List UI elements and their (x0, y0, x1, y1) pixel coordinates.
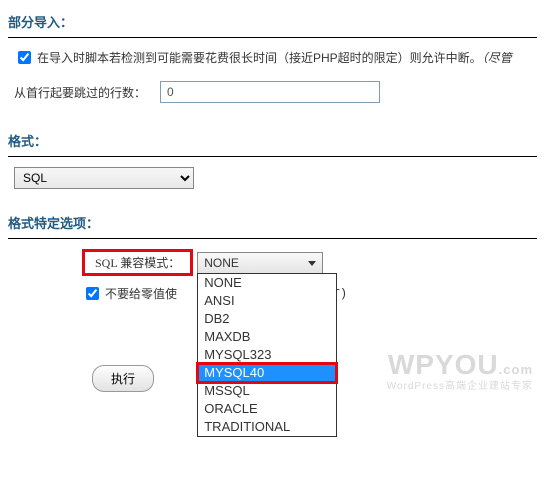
compat-option-mysql323[interactable]: MYSQL323 (198, 346, 336, 364)
section-format-header: 格式： (8, 131, 537, 152)
watermark: WPYOU.com WordPress高端企业建站专家 (387, 349, 533, 392)
divider (8, 37, 537, 38)
compat-option-db2[interactable]: DB2 (198, 310, 336, 328)
format-select[interactable]: SQL (14, 167, 194, 189)
compat-dropdown-list[interactable]: NONEANSIDB2MAXDBMYSQL323MYSQL40MSSQLORAC… (197, 273, 337, 437)
interrupt-checkbox[interactable] (18, 51, 31, 64)
compat-select[interactable]: NONE NONEANSIDB2MAXDBMYSQL323MYSQL40MSSQ… (197, 252, 323, 274)
compat-option-traditional[interactable]: TRADITIONAL (198, 418, 336, 436)
compat-option-none[interactable]: NONE (198, 274, 336, 292)
compat-mode-label: SQL 兼容模式： (82, 249, 193, 276)
execute-button[interactable]: 执行 (92, 365, 154, 392)
skip-rows-input[interactable] (160, 81, 380, 103)
format-row: SQL (8, 167, 537, 189)
skip-label: 从首行起要跳过的行数： (14, 84, 146, 101)
divider (8, 156, 537, 157)
compat-option-mysql40[interactable]: MYSQL40 (198, 364, 336, 382)
interrupt-label: 在导入时脚本若检测到可能需要花费很长时间（接近PHP超时的限定）则允许中断。（尽… (37, 49, 512, 66)
section-format-options-header: 格式特定选项： (8, 213, 537, 234)
interrupt-row: 在导入时脚本若检测到可能需要花费很长时间（接近PHP超时的限定）则允许中断。（尽… (8, 48, 537, 67)
compat-select-display[interactable]: NONE (197, 252, 323, 274)
compat-option-maxdb[interactable]: MAXDB (198, 328, 336, 346)
zero-checkbox[interactable] (86, 287, 99, 300)
compat-option-ansi[interactable]: ANSI (198, 292, 336, 310)
compat-option-mssql[interactable]: MSSQL (198, 382, 336, 400)
compat-option-oracle[interactable]: ORACLE (198, 400, 336, 418)
skip-row: 从首行起要跳过的行数： (8, 81, 537, 103)
section-partial-import-header: 部分导入： (8, 12, 537, 33)
zero-label: 不要给零值使 (105, 285, 177, 302)
divider (8, 238, 537, 239)
